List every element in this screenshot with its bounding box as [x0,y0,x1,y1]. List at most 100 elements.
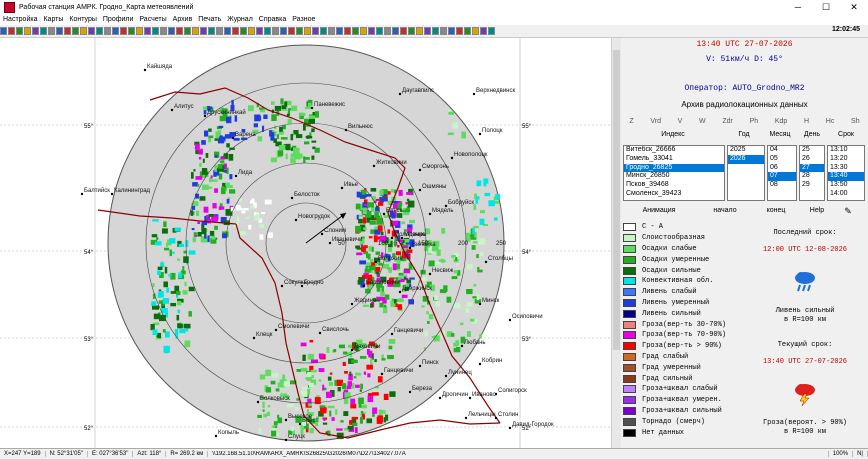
toolbar-tool-icon[interactable] [80,27,87,35]
toolbar-tool-icon[interactable] [128,27,135,35]
toolbar-tool-icon[interactable] [416,27,423,35]
list-item-selected[interactable]: 27 [800,163,824,173]
toolbar-tool-icon[interactable] [48,27,55,35]
tab-kdp[interactable]: Kdp [775,118,787,130]
toolbar-tool-icon[interactable] [400,27,407,35]
start-button[interactable]: начало [697,205,753,217]
list-item[interactable]: Псков_39468 [624,181,724,190]
toolbar-tool-icon[interactable] [320,27,327,35]
list-item-selected[interactable]: 13:40 [828,172,864,182]
tab-w[interactable]: W [699,118,706,130]
toolbar-tool-icon[interactable] [296,27,303,35]
toolbar-tool-icon[interactable] [0,27,7,35]
animation-button[interactable]: Анимация [621,205,697,217]
toolbar-tool-icon[interactable] [424,27,431,35]
list-item[interactable]: 08 [768,181,796,190]
menu-calculations[interactable]: Расчеты [136,14,169,25]
list-item[interactable]: Гомель_33041 [624,155,724,164]
toolbar-tool-icon[interactable] [176,27,183,35]
toolbar-tool-icon[interactable] [360,27,367,35]
toolbar-tool-icon[interactable] [488,27,495,35]
list-item[interactable]: 14:00 [828,190,864,199]
toolbar-tool-icon[interactable] [472,27,479,35]
station-list[interactable]: Витебск_26666 Гомель_33041 Гродно_26825 … [623,145,725,201]
list-item[interactable]: 13:10 [828,146,864,155]
toolbar-tool-icon[interactable] [200,27,207,35]
list-item[interactable]: Витебск_26666 [624,146,724,155]
scroll-thumb[interactable] [613,50,620,350]
help-button[interactable]: Help [799,205,835,217]
toolbar-tool-icon[interactable] [304,27,311,35]
toolbar-tool-icon[interactable] [88,27,95,35]
toolbar-tool-icon[interactable] [40,27,47,35]
toolbar-tool-icon[interactable] [192,27,199,35]
toolbar-tool-icon[interactable] [136,27,143,35]
toolbar-tool-icon[interactable] [168,27,175,35]
toolbar-tool-icon[interactable] [368,27,375,35]
close-button[interactable]: ✕ [840,0,868,14]
toolbar-tool-icon[interactable] [352,27,359,35]
list-item-selected[interactable]: 07 [768,172,796,182]
minimize-button[interactable]: ─ [784,0,812,14]
list-item[interactable]: 05 [768,155,796,164]
toolbar-tool-icon[interactable] [392,27,399,35]
list-item[interactable]: 13:50 [828,181,864,190]
toolbar-tool-icon[interactable] [208,27,215,35]
tab-vrd[interactable]: Vrd [650,118,661,130]
radar-map[interactable]: 55° 55°54° 54°53° 53°52° 52° 50 100 150 200 250К… [0,38,610,448]
eraser-icon[interactable]: ✎ [835,205,861,217]
tab-z[interactable]: Z [629,118,633,130]
toolbar-tool-icon[interactable] [144,27,151,35]
toolbar-tool-icon[interactable] [96,27,103,35]
toolbar-tool-icon[interactable] [376,27,383,35]
list-item[interactable]: 04 [768,146,796,155]
list-item[interactable]: 25 [800,146,824,155]
list-item-selected[interactable]: 2026 [728,154,764,164]
toolbar-tool-icon[interactable] [8,27,15,35]
menu-contours[interactable]: Контуры [66,14,99,25]
list-item[interactable]: Минск_26850 [624,172,724,181]
menu-archive[interactable]: Архив [170,14,196,25]
toolbar-tool-icon[interactable] [256,27,263,35]
toolbar-tool-icon[interactable] [64,27,71,35]
toolbar-tool-icon[interactable] [24,27,31,35]
toolbar-tool-icon[interactable] [464,27,471,35]
menu-journal[interactable]: Журнал [224,14,256,25]
toolbar-tool-icon[interactable] [456,27,463,35]
toolbar-tool-icon[interactable] [312,27,319,35]
toolbar-tool-icon[interactable] [264,27,271,35]
toolbar-tool-icon[interactable] [240,27,247,35]
toolbar-tool-icon[interactable] [232,27,239,35]
tab-h[interactable]: H [804,118,809,130]
toolbar-tool-icon[interactable] [72,27,79,35]
list-item[interactable]: 26 [800,155,824,164]
toolbar-tool-icon[interactable] [344,27,351,35]
tab-hc[interactable]: Hc [826,118,835,130]
list-item-selected[interactable]: Гродно_26825 [624,163,724,173]
toolbar-tool-icon[interactable] [448,27,455,35]
menu-profiles[interactable]: Профили [100,14,136,25]
tab-sh[interactable]: Sh [851,118,860,130]
list-item[interactable]: 2025 [728,146,764,155]
toolbar-tool-icon[interactable] [408,27,415,35]
menu-print[interactable]: Печать [195,14,224,25]
month-list[interactable]: 04 05 06 07 08 [767,145,797,201]
menu-maps[interactable]: Карты [40,14,66,25]
toolbar-tool-icon[interactable] [328,27,335,35]
list-item[interactable]: 06 [768,164,796,173]
toolbar-tool-icon[interactable] [272,27,279,35]
radar-map-panel[interactable]: 55° 55° 54° 54° 53° 53° 52° 52° 50 100 150 200 250 К… [0,38,621,448]
list-item[interactable]: Смоленск_39423 [624,190,724,199]
time-list[interactable]: 13:10 13:20 13:30 13:40 13:50 14:00 [827,145,865,201]
toolbar-tool-icon[interactable] [32,27,39,35]
toolbar-tool-icon[interactable] [288,27,295,35]
toolbar-tool-icon[interactable] [152,27,159,35]
tab-ph[interactable]: Ph [750,118,759,130]
toolbar-tool-icon[interactable] [336,27,343,35]
toolbar-tool-icon[interactable] [432,27,439,35]
toolbar-tool-icon[interactable] [160,27,167,35]
toolbar-tool-icon[interactable] [248,27,255,35]
end-button[interactable]: конец [753,205,799,217]
toolbar-tool-icon[interactable] [440,27,447,35]
toolbar-tool-icon[interactable] [216,27,223,35]
